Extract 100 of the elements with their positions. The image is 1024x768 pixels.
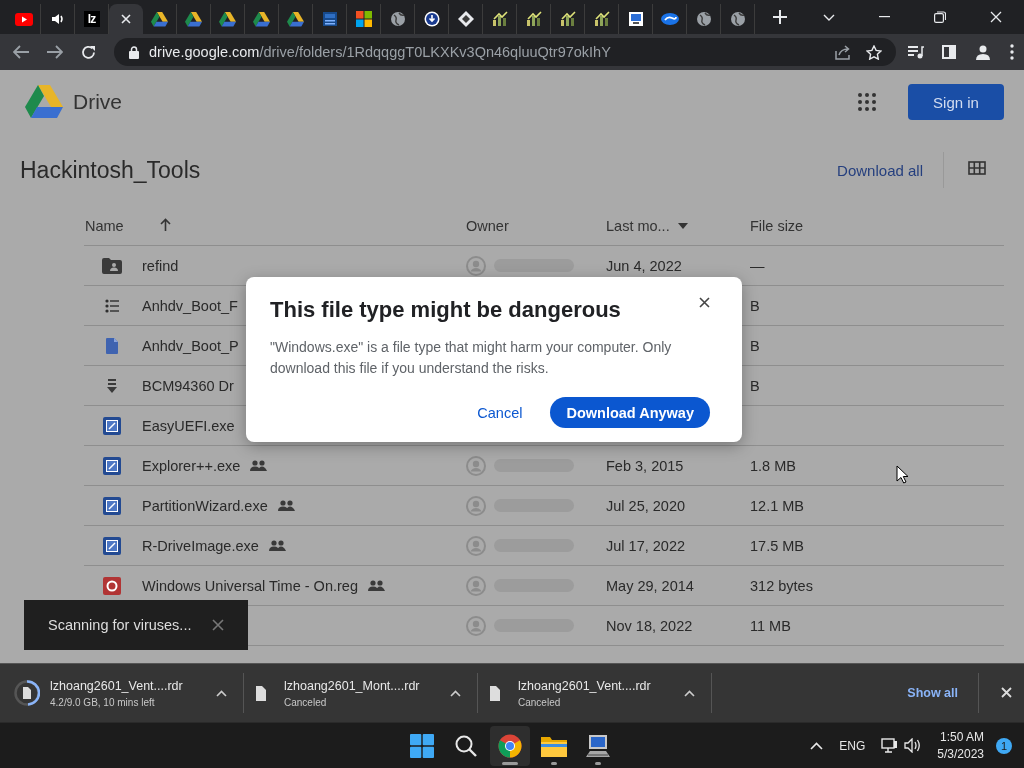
dialog-title: This file type might be dangerous (270, 297, 621, 323)
dialog-message: "Windows.exe" is a file type that might harm your computer. Only download this file if you understand the risks. (270, 338, 673, 378)
newspaper-icon[interactable] (321, 11, 338, 27)
chart-icon[interactable] (559, 11, 576, 27)
show-all-button[interactable]: Show all (887, 673, 979, 713)
globe-icon[interactable] (729, 11, 746, 27)
cancel-button[interactable]: Cancel (477, 398, 523, 427)
file-name[interactable]: Windows Universal Time - On.reg (142, 577, 358, 594)
modified-date: Jul 17, 2022 (606, 537, 685, 554)
column-header[interactable]: Name (85, 217, 124, 234)
side-panel-icon[interactable] (942, 45, 956, 59)
file-size: 1.8 MB (750, 457, 796, 474)
browser-tab[interactable] (109, 4, 143, 34)
application-icon (103, 496, 121, 515)
download-item[interactable]: lzhoang2601_Vent....rdr Canceled (478, 673, 712, 713)
computer-icon[interactable] (586, 733, 610, 758)
column-header[interactable]: Last mo... (606, 217, 670, 234)
drive-logo-icon (151, 11, 168, 27)
browser-icon[interactable] (498, 733, 522, 758)
file-name[interactable]: PartitionWizard.exe (142, 497, 268, 514)
monitor-icon[interactable] (627, 11, 644, 27)
archive-icon (107, 378, 117, 393)
file-size: 12.1 MB (750, 497, 804, 514)
file-name[interactable]: Anhdv_Boot_F (142, 297, 238, 314)
file-size: 11 MB (750, 617, 791, 634)
cloud-icon[interactable] (660, 13, 679, 25)
new-tab-icon[interactable] (773, 10, 787, 24)
globe-icon[interactable] (695, 11, 712, 27)
download-icon[interactable] (423, 11, 440, 27)
network-monitor-icon[interactable] (881, 737, 899, 754)
modified-date: Jun 4, 2022 (606, 257, 682, 274)
clock[interactable]: 1:50 AM 5/3/2023 (937, 730, 984, 761)
site-logo[interactable]: lz (83, 11, 100, 27)
file-name[interactable]: R-DriveImage.exe (142, 537, 259, 554)
file-name[interactable]: refind (142, 257, 179, 274)
tab-close-icon[interactable] (121, 14, 131, 24)
taskbar-app[interactable] (490, 725, 530, 766)
running-indicator (551, 761, 557, 765)
file-size: — (750, 257, 765, 274)
chart-icon[interactable] (593, 11, 610, 27)
application-icon (103, 416, 121, 435)
column-header[interactable]: Owner (466, 217, 509, 234)
download-item[interactable]: lzhoang2601_Vent....rdr 4.2/9.0 GB, 10 mins left (10, 673, 244, 713)
file-name[interactable]: EasyUEFI.exe (142, 417, 235, 434)
restore-icon[interactable] (934, 11, 946, 23)
share-icon[interactable] (835, 44, 851, 60)
modified-date: Feb 3, 2015 (606, 457, 684, 474)
chevron-up-icon[interactable] (684, 689, 695, 697)
search-icon[interactable] (455, 734, 477, 757)
download-status: 4.2/9.0 GB, 10 mins left (50, 696, 156, 708)
chart-icon[interactable] (491, 11, 508, 27)
download-item[interactable]: lzhoang2601_Mont....rdr Canceled (244, 673, 478, 713)
running-indicator (595, 761, 601, 765)
download-anyway-button[interactable]: Download Anyway (550, 397, 710, 428)
grid-view-icon[interactable] (968, 161, 986, 175)
window-close-icon[interactable] (990, 11, 1002, 23)
chart-icon[interactable] (525, 11, 542, 27)
star-icon[interactable] (866, 44, 882, 60)
profile-icon[interactable] (974, 43, 992, 61)
globe-icon[interactable] (389, 11, 406, 27)
minimize-icon[interactable] (879, 16, 890, 18)
notification-badge[interactable]: 1 (996, 737, 1012, 754)
volume-icon[interactable] (904, 738, 922, 753)
forward-icon[interactable] (47, 45, 63, 59)
sign-in-button[interactable]: Sign in (908, 84, 1004, 120)
application-icon (103, 456, 121, 475)
file-name[interactable]: BCM94360 Dr (142, 377, 234, 394)
drive-logo-icon (253, 11, 270, 27)
close-icon[interactable] (699, 297, 710, 308)
drive-logo-icon (185, 11, 202, 27)
address-bar[interactable]: drive.google.com/drive/folders/1RdqqggT0LKXKv3Qn46qluuQtr97okIhY (114, 38, 896, 66)
sort-up-arrow-icon[interactable] (159, 217, 171, 231)
file-size: B (750, 377, 760, 394)
drive-logo-icon (287, 11, 304, 27)
menu-icon[interactable] (1010, 44, 1014, 60)
column-header[interactable]: File size (750, 217, 804, 234)
chevron-up-icon[interactable] (450, 689, 461, 697)
running-indicator (502, 761, 518, 765)
diamond-icon[interactable] (457, 11, 474, 27)
speaker-icon[interactable] (50, 12, 65, 26)
chevron-up-icon[interactable] (810, 741, 824, 750)
chevron-down-icon[interactable] (823, 13, 835, 21)
media-queue-icon[interactable] (908, 45, 924, 59)
apps-grid-icon[interactable] (858, 93, 876, 111)
folder-icon[interactable] (541, 734, 567, 757)
chevron-up-icon[interactable] (216, 689, 227, 697)
file-name[interactable]: Anhdv_Boot_P (142, 337, 239, 354)
language-indicator[interactable]: ENG (839, 738, 866, 753)
list-icon (105, 298, 119, 313)
download-file-name: lzhoang2601_Vent....rdr (50, 678, 184, 693)
windows-icon[interactable] (355, 11, 372, 27)
windows-start-icon[interactable] (410, 733, 434, 758)
play-icon[interactable] (14, 12, 33, 26)
reload-icon[interactable] (81, 44, 96, 60)
download-status: Canceled (284, 696, 328, 708)
application-icon (103, 536, 121, 555)
download-all-link[interactable]: Download all (837, 152, 944, 188)
caret-down-icon[interactable] (677, 222, 688, 229)
file-name[interactable]: Explorer++.exe (142, 457, 241, 474)
back-icon[interactable] (13, 45, 29, 59)
